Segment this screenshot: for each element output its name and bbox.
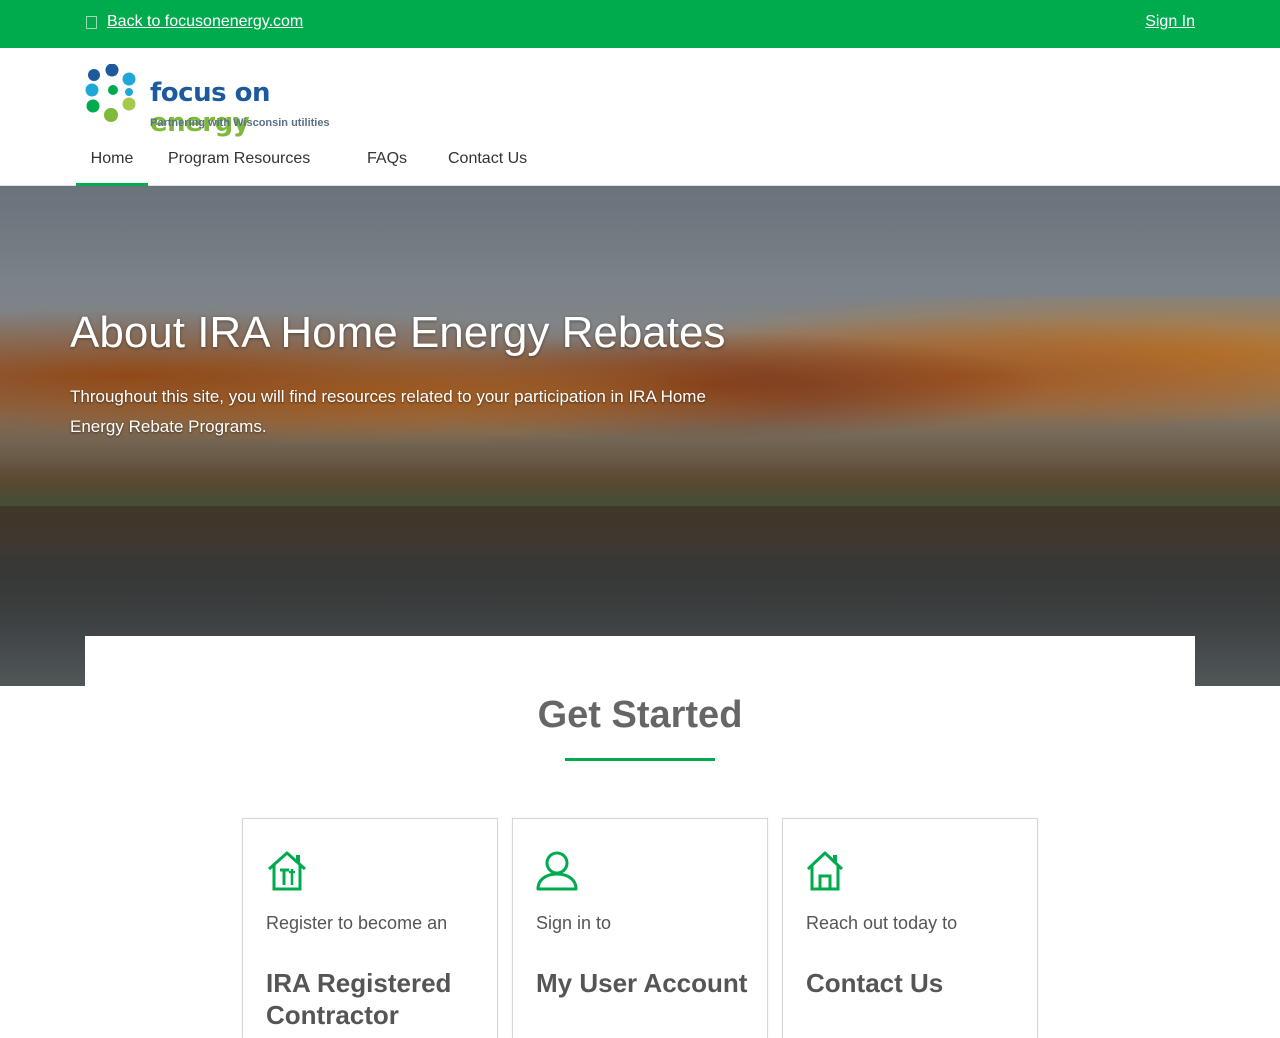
back-to-site-link[interactable]: Back to focusonenergy.com xyxy=(86,13,303,31)
get-started-heading: Get Started xyxy=(537,694,743,736)
card-title: Contact Us xyxy=(806,968,944,998)
hero-banner: About IRA Home Energy Rebates Throughout… xyxy=(0,186,1280,686)
nav-item-program-resources[interactable]: Program Resources xyxy=(168,138,348,186)
sign-in-link[interactable]: Sign In xyxy=(1145,13,1195,31)
focus-on-energy-logo[interactable]: focus on energy Partnering with Wisconsi… xyxy=(84,63,374,138)
card-lead-text: Register to become an xyxy=(266,913,448,933)
card-title: My User Account xyxy=(536,968,748,998)
hero-title: About IRA Home Energy Rebates xyxy=(70,308,726,357)
back-link-label: Back to focusonenergy.com xyxy=(107,13,304,30)
external-link-icon xyxy=(86,15,97,29)
heading-underline xyxy=(565,758,715,761)
logo-wordmark: focus on energy xyxy=(150,78,374,138)
nav-item-home[interactable]: Home xyxy=(76,138,148,186)
card-my-user-account[interactable]: Sign in to My User Account xyxy=(512,818,768,1038)
logo-dots-icon xyxy=(85,63,136,122)
card-register-contractor[interactable]: Register to become an IRA Registered Con… xyxy=(242,818,498,1038)
card-contact-us[interactable]: Reach out today to Contact Us xyxy=(782,818,1038,1038)
nav-item-faqs[interactable]: FAQs xyxy=(367,138,427,186)
card-lead-text: Reach out today to xyxy=(806,913,958,933)
house-tools-icon xyxy=(268,851,306,891)
logo-tagline: Partnering with Wisconsin utilities xyxy=(150,117,330,129)
house-icon xyxy=(806,851,844,891)
card-lead-text: Sign in to xyxy=(536,913,612,933)
main-nav: Home Program Resources FAQs Contact Us xyxy=(76,138,548,186)
site-header: focus on energy Partnering with Wisconsi… xyxy=(0,48,1280,186)
top-bar: Back to focusonenergy.com Sign In xyxy=(0,0,1280,48)
user-icon xyxy=(536,851,578,891)
card-title: IRA Registered Contractor xyxy=(266,968,452,1030)
logo-wordmark-main: focus on xyxy=(150,78,271,108)
hero-description: Throughout this site, you will find reso… xyxy=(70,387,706,436)
nav-item-contact-us[interactable]: Contact Us xyxy=(448,138,548,186)
